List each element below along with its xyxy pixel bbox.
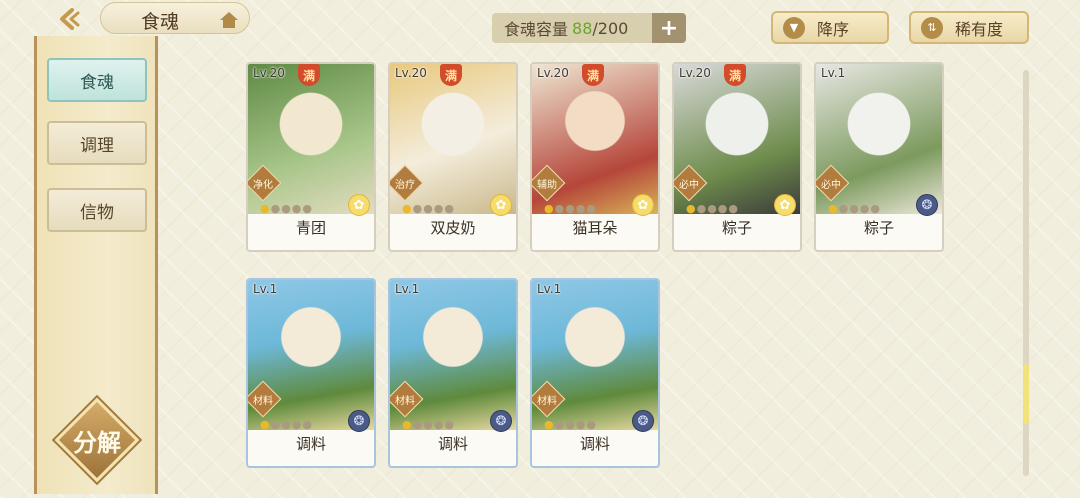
star-rating: ●●●●● [402,202,456,215]
role-label: 治疗 [395,180,415,191]
sort-by-label: 稀有度 [955,19,1004,39]
card-name: 调料 [295,435,326,453]
card-level: Lv.1 [821,66,846,80]
star-rating: ●●●●● [260,418,314,431]
card-name: 调料 [579,435,610,453]
sidebar-item-conditioning[interactable]: 调理 [47,121,147,165]
sort-order-button[interactable]: ▼ 降序 [771,11,889,44]
food-soul-card[interactable]: Lv.20 满净化 ●●●●● ✿ 青团 [246,62,376,252]
sort-down-icon: ▼ [783,16,805,39]
sort-by-button[interactable]: ⇅ 稀有度 [909,11,1029,44]
sidebar-item-food-souls[interactable]: 食魂 [47,58,147,102]
title-tab: 食魂 [100,2,250,34]
card-level: Lv.20 [253,66,285,80]
card-level: Lv.20 [395,66,427,80]
card-name: 调料 [437,435,468,453]
back-arrow-icon [60,8,80,30]
star-rating: ●●●●● [686,202,740,215]
home-icon[interactable] [219,11,239,29]
star-rating: ●●●●● [828,202,882,215]
capacity-display: 食魂容量 88 / 200 + [492,13,686,43]
food-soul-card[interactable]: Lv.1 材料 ●●●●● ❂ 调料 [246,278,376,468]
decompose-button[interactable]: 分解 [53,396,141,484]
scrollbar[interactable] [1023,70,1029,476]
card-name: 粽子 [863,219,894,237]
food-soul-card[interactable]: Lv.20 满治疗 ●●●●● ✿ 双皮奶 [388,62,518,252]
star-rating: ●●●●● [544,418,598,431]
star-rating: ●●●●● [260,202,314,215]
sidebar-item-tokens[interactable]: 信物 [47,188,147,232]
element-icon: ❂ [632,410,654,432]
scrollbar-thumb[interactable] [1023,364,1029,424]
capacity-max: 200 [597,18,629,38]
role-label: 材料 [253,396,273,407]
card-name: 猫耳朵 [572,219,618,237]
role-label: 必中 [679,180,699,191]
element-icon: ✿ [774,194,796,216]
card-level: Lv.1 [395,282,420,296]
role-label: 净化 [253,180,273,191]
sidebar-item-label: 调理 [80,135,114,156]
decompose-label: 分解 [73,428,121,457]
food-soul-card[interactable]: Lv.1 必中 ●●●●● ❂ 粽子 [814,62,944,252]
sidebar-item-label: 信物 [80,202,114,223]
role-label: 材料 [537,396,557,407]
card-level: Lv.20 [537,66,569,80]
food-soul-card[interactable]: Lv.1 材料 ●●●●● ❂ 调料 [388,278,518,468]
food-soul-card[interactable]: Lv.20 满必中 ●●●●● ✿ 粽子 [672,62,802,252]
max-level-badge: 满 [724,64,746,86]
sidebar: 食魂 调理 信物 分解 [34,36,158,494]
element-icon: ✿ [348,194,370,216]
element-icon: ✿ [632,194,654,216]
element-icon: ✿ [490,194,512,216]
element-icon: ❂ [916,194,938,216]
role-label: 材料 [395,396,415,407]
capacity-label: 食魂容量 [504,20,569,39]
element-icon: ❂ [348,410,370,432]
star-rating: ●●●●● [402,418,456,431]
page-title: 食魂 [141,11,180,33]
element-icon: ❂ [490,410,512,432]
capacity-current: 88 [572,18,593,38]
card-name: 双皮奶 [430,219,476,237]
back-button[interactable] [54,6,88,32]
sort-arrows-icon: ⇅ [921,16,943,39]
star-rating: ●●●●● [544,202,598,215]
sidebar-item-label: 食魂 [80,72,114,93]
card-name: 青团 [295,219,326,237]
max-level-badge: 满 [582,64,604,86]
max-level-badge: 满 [440,64,462,86]
card-level: Lv.1 [537,282,562,296]
card-level: Lv.20 [679,66,711,80]
sort-order-label: 降序 [817,19,850,39]
add-capacity-button[interactable]: + [652,13,686,43]
role-label: 必中 [821,180,841,191]
food-soul-card[interactable]: Lv.20 满辅助 ●●●●● ✿ 猫耳朵 [530,62,660,252]
max-level-badge: 满 [298,64,320,86]
food-soul-card[interactable]: Lv.1 材料 ●●●●● ❂ 调料 [530,278,660,468]
role-label: 辅助 [537,180,557,191]
card-level: Lv.1 [253,282,278,296]
card-name: 粽子 [721,219,752,237]
